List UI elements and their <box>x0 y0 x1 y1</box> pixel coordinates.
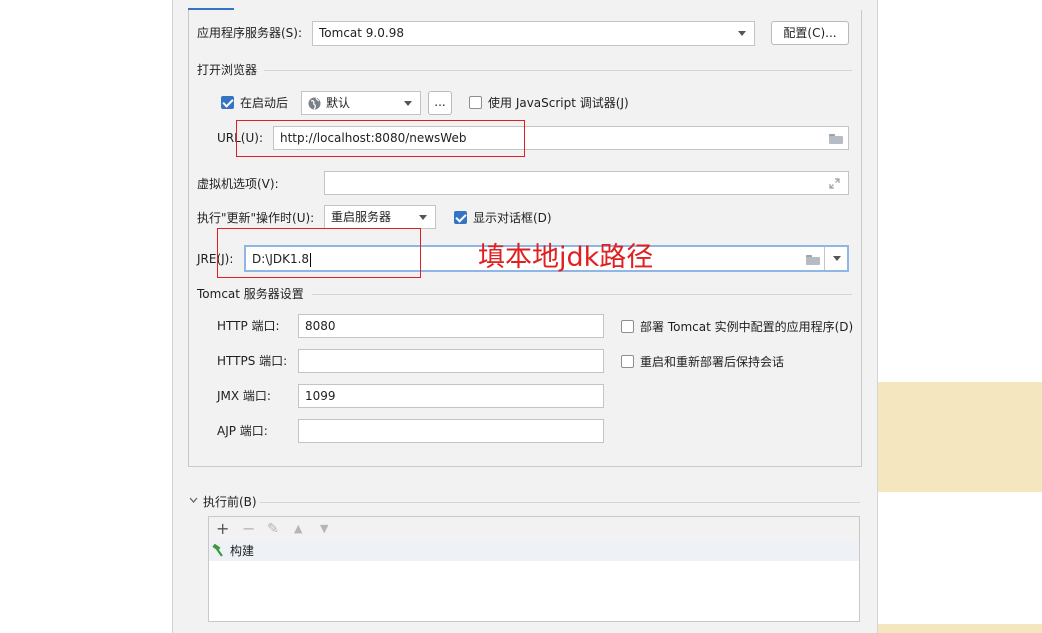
before-launch-list: + − ✎ ▲ ▼ 构建 <box>208 516 860 622</box>
list-item[interactable]: 构建 <box>209 541 859 561</box>
ajp-port-label: AJP 端口: <box>217 424 268 438</box>
expand-icon[interactable] <box>829 178 840 189</box>
tomcat-settings-section-label: Tomcat 服务器设置 <box>197 287 304 301</box>
browser-value: 默认 <box>326 96 351 110</box>
before-launch-section-label[interactable]: 执行前(B) <box>203 494 257 510</box>
browser-more-button[interactable]: ... <box>428 91 452 115</box>
annotation-highlight-box <box>236 120 525 157</box>
keep-sessions-checkbox[interactable] <box>621 355 634 368</box>
after-launch-checkbox[interactable] <box>221 96 234 109</box>
js-debugger-checkbox[interactable] <box>469 96 482 109</box>
chevron-down-icon <box>396 92 420 114</box>
after-launch-label: 在启动后 <box>240 96 289 110</box>
hammer-icon <box>212 544 223 557</box>
section-separator <box>264 70 852 71</box>
before-launch-toolbar: + − ✎ ▲ ▼ <box>209 517 859 542</box>
chevron-down-icon <box>730 22 754 45</box>
jmx-port-input[interactable]: 1099 <box>298 384 604 408</box>
http-port-value: 8080 <box>305 319 336 333</box>
section-separator <box>312 294 852 295</box>
background-yellow-block <box>877 382 1042 492</box>
section-separator <box>260 502 860 503</box>
annotation-text: 填本地jdk路径 <box>478 242 654 273</box>
https-port-input[interactable] <box>298 349 604 373</box>
http-port-label: HTTP 端口: <box>217 319 280 333</box>
browser-select[interactable]: 默认 <box>301 91 421 115</box>
js-debugger-label: 使用 JavaScript 调试器(J) <box>488 96 629 110</box>
list-item-label: 构建 <box>230 544 255 558</box>
jmx-port-value: 1099 <box>305 389 336 403</box>
on-update-value: 重启服务器 <box>331 210 392 224</box>
https-port-label: HTTPS 端口: <box>217 354 288 368</box>
folder-icon[interactable] <box>829 134 843 144</box>
app-server-label: 应用程序服务器(S): <box>197 26 303 40</box>
ajp-port-input[interactable] <box>298 419 604 443</box>
open-browser-section-label: 打开浏览器 <box>197 63 258 77</box>
edit-icon[interactable]: ✎ <box>267 521 279 537</box>
jmx-port-label: JMX 端口: <box>217 389 271 403</box>
globe-icon <box>308 97 321 110</box>
chevron-down-icon <box>411 206 435 228</box>
app-server-select[interactable]: Tomcat 9.0.98 <box>312 21 755 46</box>
folder-icon[interactable] <box>806 255 820 265</box>
chevron-down-icon[interactable] <box>825 247 847 270</box>
move-down-icon[interactable]: ▼ <box>320 521 328 537</box>
chevron-down-icon[interactable] <box>189 497 198 504</box>
http-port-input[interactable]: 8080 <box>298 314 604 338</box>
move-up-icon[interactable]: ▲ <box>294 521 302 537</box>
vm-options-label: 虚拟机选项(V): <box>197 177 279 191</box>
annotation-highlight-box <box>217 228 421 278</box>
deploy-apps-label: 部署 Tomcat 实例中配置的应用程序(D) <box>640 320 854 334</box>
add-icon[interactable]: + <box>216 521 229 537</box>
app-server-value: Tomcat 9.0.98 <box>319 26 404 40</box>
keep-sessions-label: 重启和重新部署后保持会话 <box>640 355 785 369</box>
deploy-apps-checkbox[interactable] <box>621 320 634 333</box>
show-dialog-label: 显示对话框(D) <box>473 211 552 225</box>
vm-options-input[interactable] <box>324 171 849 195</box>
on-update-select[interactable]: 重启服务器 <box>324 205 436 229</box>
on-update-label: 执行"更新"操作时(U): <box>197 211 315 225</box>
remove-icon[interactable]: − <box>242 521 255 537</box>
background-yellow-block-bottom <box>877 624 1042 633</box>
show-dialog-checkbox[interactable] <box>454 211 467 224</box>
configure-button[interactable]: 配置(C)... <box>771 21 849 45</box>
